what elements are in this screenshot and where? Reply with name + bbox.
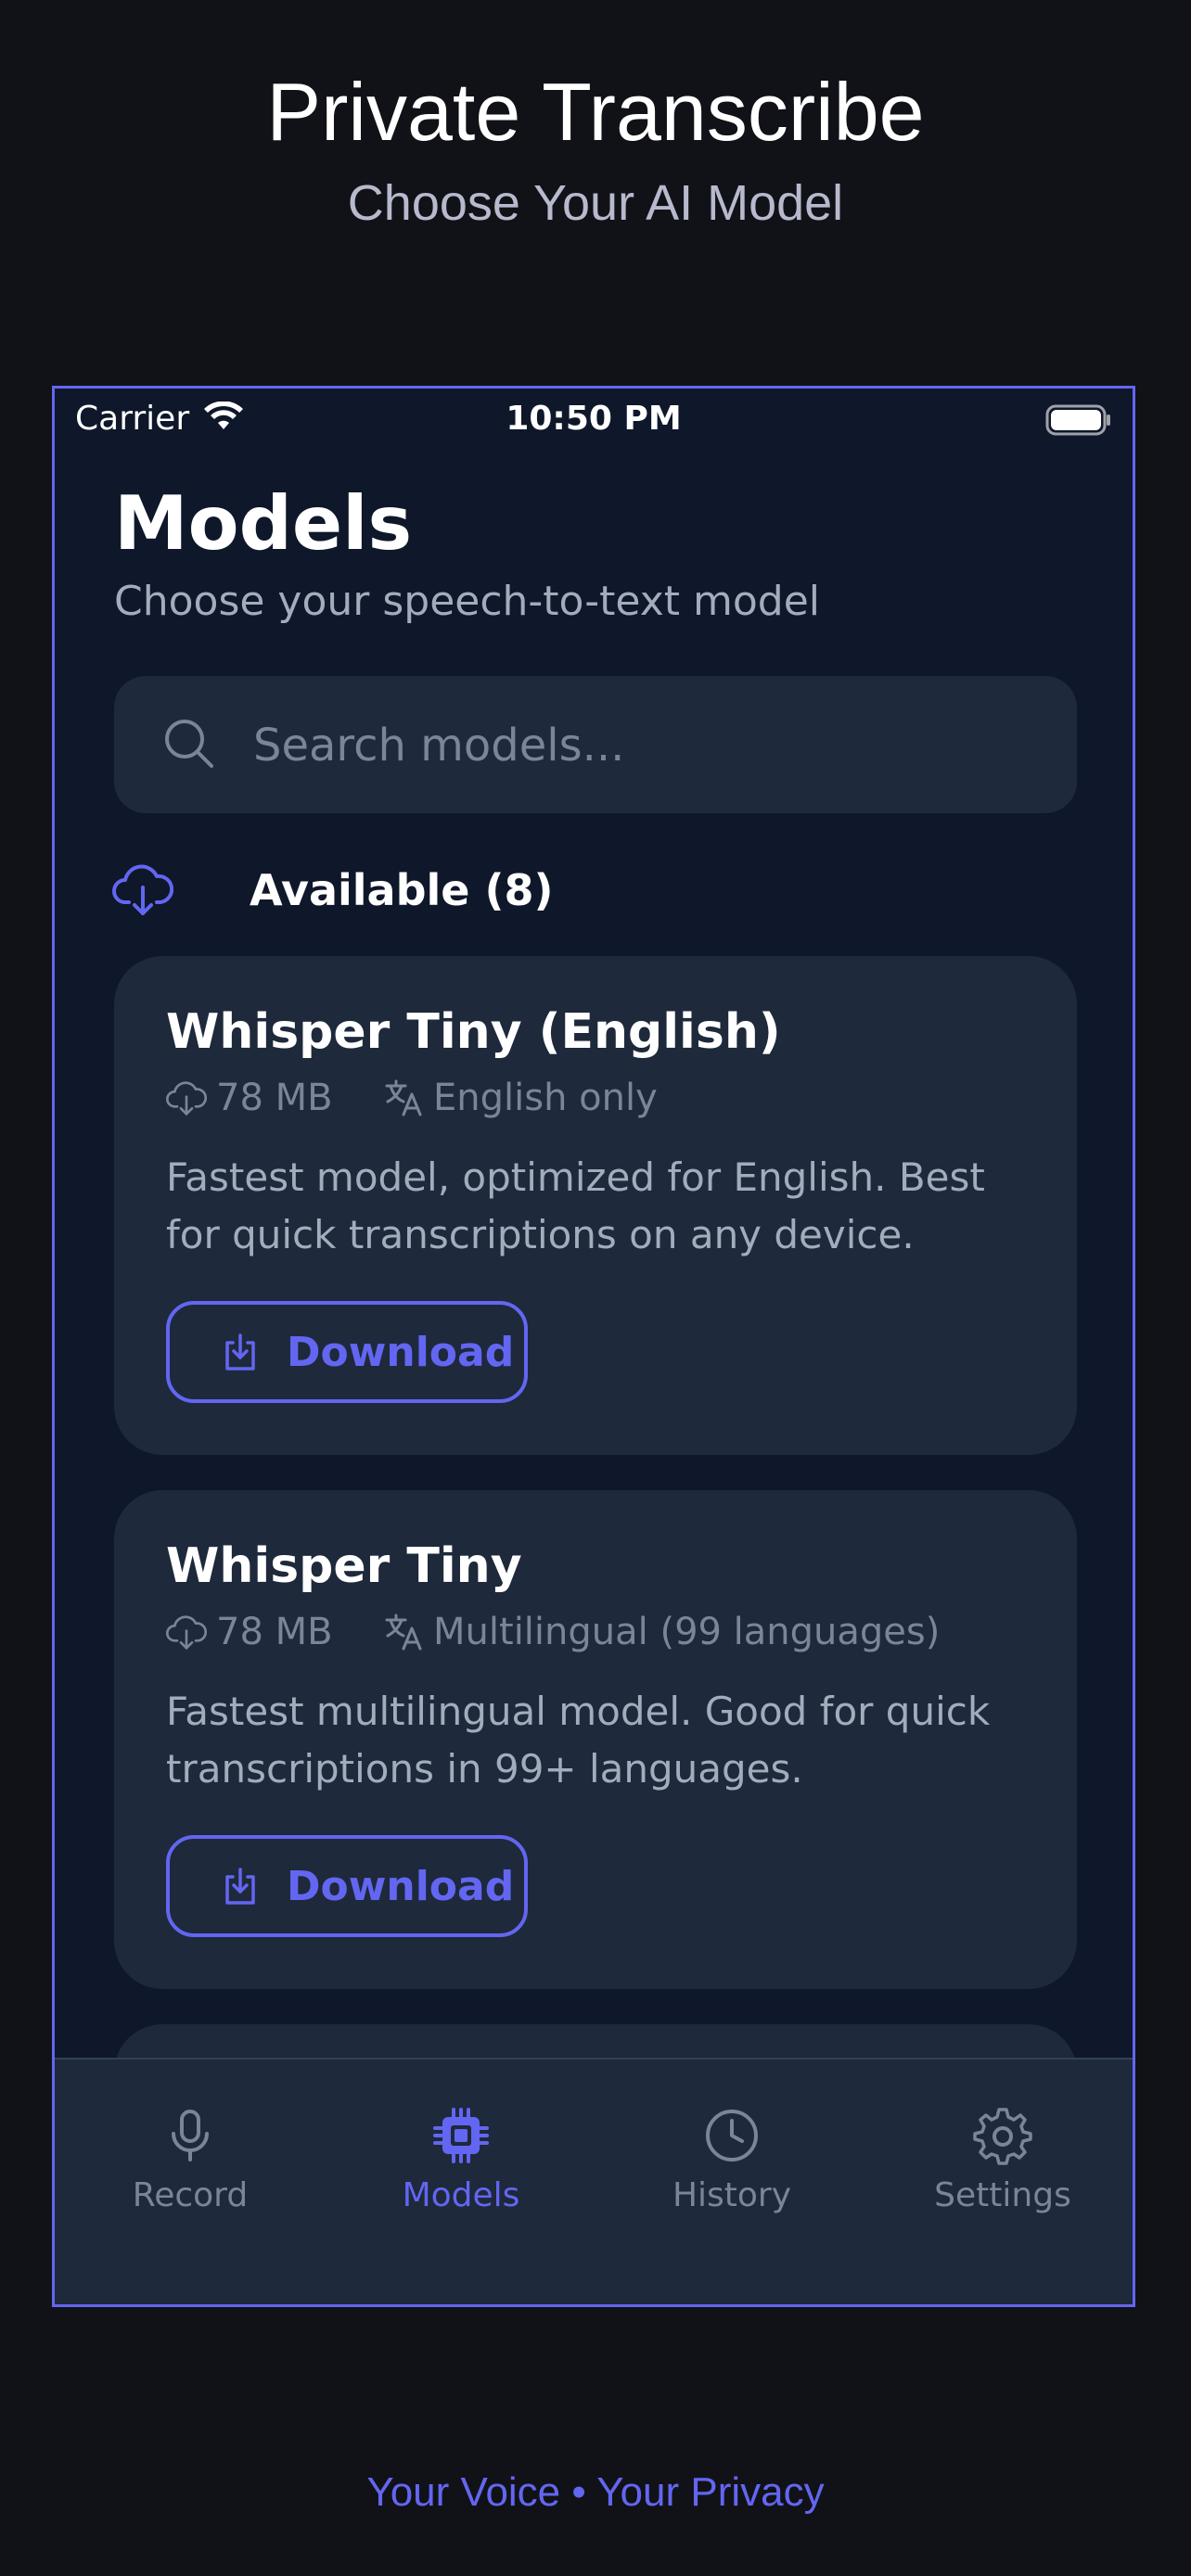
page-subtitle: Choose your speech-to-text model (114, 578, 820, 625)
clock-icon (706, 2110, 758, 2162)
battery-icon (1045, 403, 1112, 440)
status-bar: Carrier 10:50 PM (55, 389, 1133, 452)
promo-title: Private Transcribe (266, 66, 925, 158)
tab-label: Models (402, 2176, 520, 2214)
model-name: Whisper Tiny (English) (166, 1004, 781, 1060)
model-size: 78 MB (166, 1077, 333, 1119)
model-card: Whisper Tiny 78 MB Multilingual (99 lang… (114, 1490, 1077, 1989)
tab-label: History (672, 2176, 792, 2214)
model-language-label: Multilingual (99 languages) (433, 1611, 941, 1653)
translate-icon (385, 1613, 422, 1651)
search-icon (162, 717, 216, 775)
chip-icon (433, 2108, 489, 2163)
gear-icon (973, 2108, 1032, 2165)
model-language: Multilingual (99 languages) (385, 1611, 940, 1653)
promo-footer: Your Voice • Your Privacy (366, 2469, 825, 2515)
model-meta: 78 MB English only (166, 1077, 706, 1123)
status-time: 10:50 PM (506, 400, 682, 438)
device-frame: Carrier 10:50 PM Models Choose your spee… (52, 386, 1135, 2307)
model-language: English only (385, 1077, 658, 1119)
tab-settings[interactable]: Settings (867, 2106, 1133, 2214)
model-meta: 78 MB Multilingual (99 languages) (166, 1611, 988, 1657)
download-button[interactable]: Download (166, 1835, 528, 1937)
tab-label: Record (132, 2176, 249, 2214)
cloud-download-icon (166, 1615, 207, 1650)
model-name: Whisper Tiny (166, 1538, 522, 1594)
model-size-label: 78 MB (216, 1077, 333, 1119)
download-button-label: Download (287, 1328, 515, 1376)
model-size-label: 78 MB (216, 1611, 333, 1653)
search-input[interactable] (251, 709, 1034, 782)
model-card: Whisper Tiny (English) 78 MB English onl… (114, 956, 1077, 1455)
model-size: 78 MB (166, 1611, 333, 1653)
search-box[interactable] (114, 676, 1077, 813)
download-icon (225, 1333, 255, 1371)
tab-bar: Record Models History Settings (55, 2058, 1133, 2304)
cloud-download-icon (112, 861, 174, 922)
model-language-label: English only (433, 1077, 658, 1119)
translate-icon (385, 1079, 422, 1116)
model-description: Fastest multilingual model. Good for qui… (166, 1689, 991, 1792)
section-label: Available (8) (250, 865, 554, 915)
microphone-icon (172, 2110, 209, 2162)
model-description: Fastest model, optimized for English. Be… (166, 1154, 985, 1257)
tab-history[interactable]: History (596, 2106, 867, 2214)
cloud-download-icon (166, 1081, 207, 1116)
promo-subtitle: Choose Your AI Model (347, 175, 844, 231)
section-header-available: Available (8) (112, 860, 669, 925)
page-title: Models (114, 480, 413, 567)
tab-models[interactable]: Models (326, 2106, 596, 2214)
tab-record[interactable]: Record (55, 2106, 326, 2214)
download-button-label: Download (287, 1862, 515, 1910)
download-icon (225, 1868, 255, 1905)
download-button[interactable]: Download (166, 1301, 528, 1403)
tab-label: Settings (934, 2176, 1071, 2214)
